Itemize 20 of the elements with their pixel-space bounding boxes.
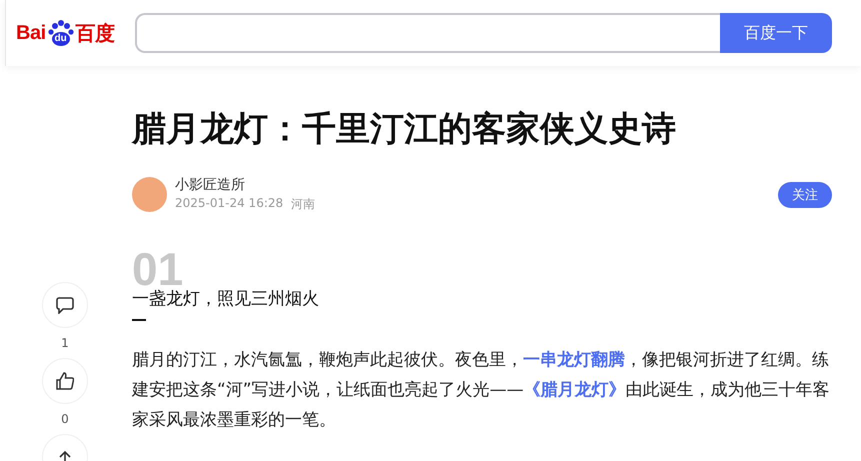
like-button[interactable] bbox=[42, 358, 88, 404]
arrow-up-icon bbox=[58, 450, 72, 461]
thumbs-up-icon bbox=[56, 372, 74, 390]
logo-text: du bbox=[54, 33, 67, 44]
count-label: 0 bbox=[61, 412, 69, 426]
article-title: 腊月龙灯：千里汀江的客家侠义史诗 bbox=[132, 108, 677, 151]
follow-button[interactable]: 关注 bbox=[778, 182, 832, 208]
logo-text: 百度 bbox=[76, 22, 115, 46]
article-paragraph: 腊月的汀江，水汽氤氲，鞭炮声此起彼伏。夜色里，一串龙灯翻腾，像把银河折进了红绸。练建安把这条“河”写进小说，让纸面也亮起了火光——《腊月龙灯》由此诞生，成为他三十年客家采风最浓墨重彩的一笔。 bbox=[132, 349, 831, 432]
search-field[interactable] bbox=[134, 13, 720, 53]
search-button[interactable]: 百度一下 bbox=[720, 13, 832, 53]
comment-button[interactable] bbox=[42, 282, 88, 328]
paw-icon bbox=[46, 19, 75, 47]
speech-bubble-icon bbox=[56, 296, 74, 314]
count-label: 1 bbox=[61, 336, 69, 350]
logo-text: Bai bbox=[16, 22, 46, 44]
author-name[interactable]: 小影匠造所 bbox=[175, 176, 770, 194]
section-heading: 一盏龙灯，照见三州烟火 bbox=[132, 288, 320, 311]
publish-date: 2025-01-24 16:28 bbox=[175, 196, 284, 212]
location-label: 河南 bbox=[291, 196, 316, 213]
